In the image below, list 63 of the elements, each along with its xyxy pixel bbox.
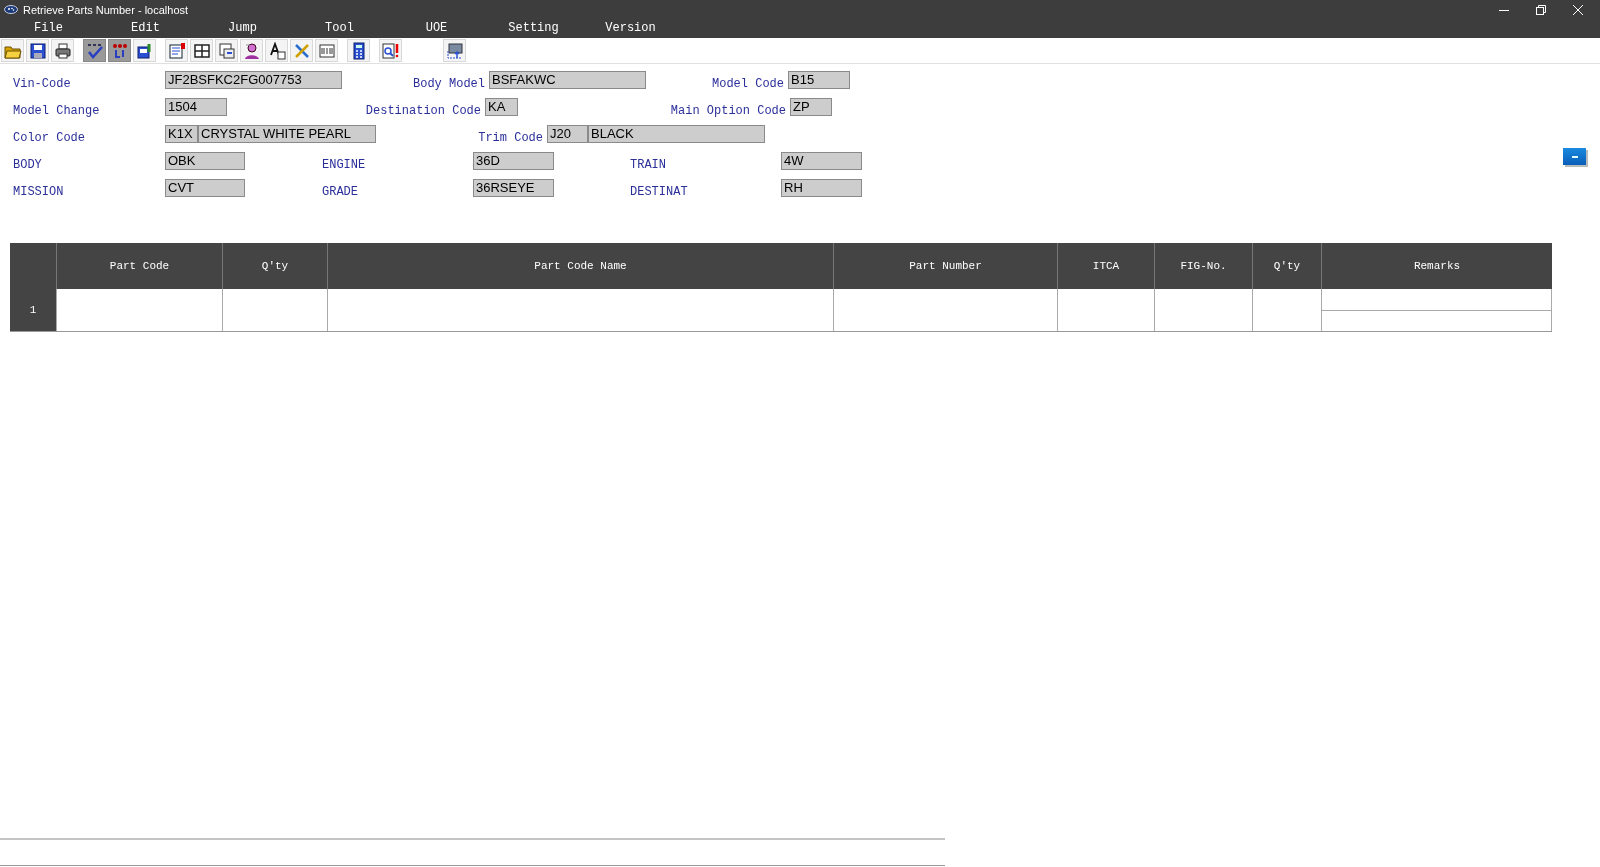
row-number: 1 <box>10 289 56 331</box>
menu-item[interactable]: Tool <box>291 19 388 38</box>
menu-item[interactable]: Setting <box>485 19 582 38</box>
column-header[interactable]: Part Code <box>56 243 222 289</box>
column-header[interactable]: Part Code Name <box>327 243 833 289</box>
text-field[interactable]: RH <box>781 179 862 197</box>
text-field[interactable]: BLACK <box>588 125 765 143</box>
menu-item[interactable]: Version <box>582 19 679 38</box>
column-header[interactable]: Remarks <box>1321 243 1552 289</box>
table-cell[interactable] <box>1321 289 1552 331</box>
text-field[interactable]: 1504 <box>165 98 227 116</box>
column-header[interactable]: Part Number <box>833 243 1057 289</box>
minus-button[interactable] <box>1563 148 1586 165</box>
header-corner <box>10 243 56 289</box>
app-logo-icon <box>4 5 18 14</box>
close-icon <box>1572 4 1583 15</box>
barcode-icon <box>317 41 336 60</box>
field-label: Body Model <box>412 76 486 91</box>
column-header[interactable]: Q'ty <box>222 243 327 289</box>
magnifier-alert-icon <box>381 41 400 60</box>
field-label: TRAIN <box>629 157 667 172</box>
text-field[interactable]: BSFAKWC <box>489 71 646 89</box>
field-label: BODY <box>13 157 43 172</box>
column-header[interactable]: Q'ty <box>1252 243 1321 289</box>
menu-item[interactable]: Edit <box>97 19 194 38</box>
text-field[interactable]: JF2BSFKC2FG007753 <box>165 71 342 89</box>
field-label: Trim Code <box>477 130 544 145</box>
menu-item[interactable]: File <box>0 19 97 38</box>
field-label: Color Code <box>13 130 86 145</box>
field-label: GRADE <box>321 184 359 199</box>
tools-icon <box>292 41 311 60</box>
text-field[interactable]: K1X <box>165 125 198 143</box>
grid-icon <box>192 41 211 60</box>
text-field[interactable]: 4W <box>781 152 862 170</box>
text-field[interactable]: 36RSEYE <box>473 179 554 197</box>
picture-frame-icon <box>217 41 236 60</box>
field-label: MISSION <box>13 184 65 199</box>
text-field[interactable]: OBK <box>165 152 245 170</box>
text-field[interactable]: CVT <box>165 179 245 197</box>
menu-item[interactable]: UOE <box>388 19 485 38</box>
window-title: Retrieve Parts Number - localhost <box>23 3 190 16</box>
menu-item[interactable]: Jump <box>194 19 291 38</box>
text-field[interactable]: 36D <box>473 152 554 170</box>
column-header[interactable]: ITCA <box>1057 243 1154 289</box>
field-label: Vin-Code <box>13 76 72 91</box>
text-field[interactable]: CRYSTAL WHITE PEARL <box>198 125 376 143</box>
restore-icon <box>1535 4 1546 15</box>
text-field[interactable]: KA <box>485 98 518 116</box>
text-field[interactable]: J20 <box>547 125 588 143</box>
field-label: DESTINAT <box>629 184 689 199</box>
field-label: Main Option Code <box>669 103 787 118</box>
checkmark-icon <box>85 41 104 60</box>
text-field[interactable]: B15 <box>788 71 850 89</box>
document-flag-icon <box>167 41 186 60</box>
field-label: Model Code <box>711 76 785 91</box>
printer-icon <box>53 41 72 60</box>
text-field[interactable]: ZP <box>790 98 832 116</box>
field-label: Destination Code <box>364 103 482 118</box>
column-header[interactable]: FIG-No. <box>1154 243 1252 289</box>
minus-icon <box>1571 155 1578 158</box>
field-label: Model Change <box>13 103 101 118</box>
letter-icon <box>267 41 286 60</box>
field-label: ENGINE <box>321 157 367 172</box>
